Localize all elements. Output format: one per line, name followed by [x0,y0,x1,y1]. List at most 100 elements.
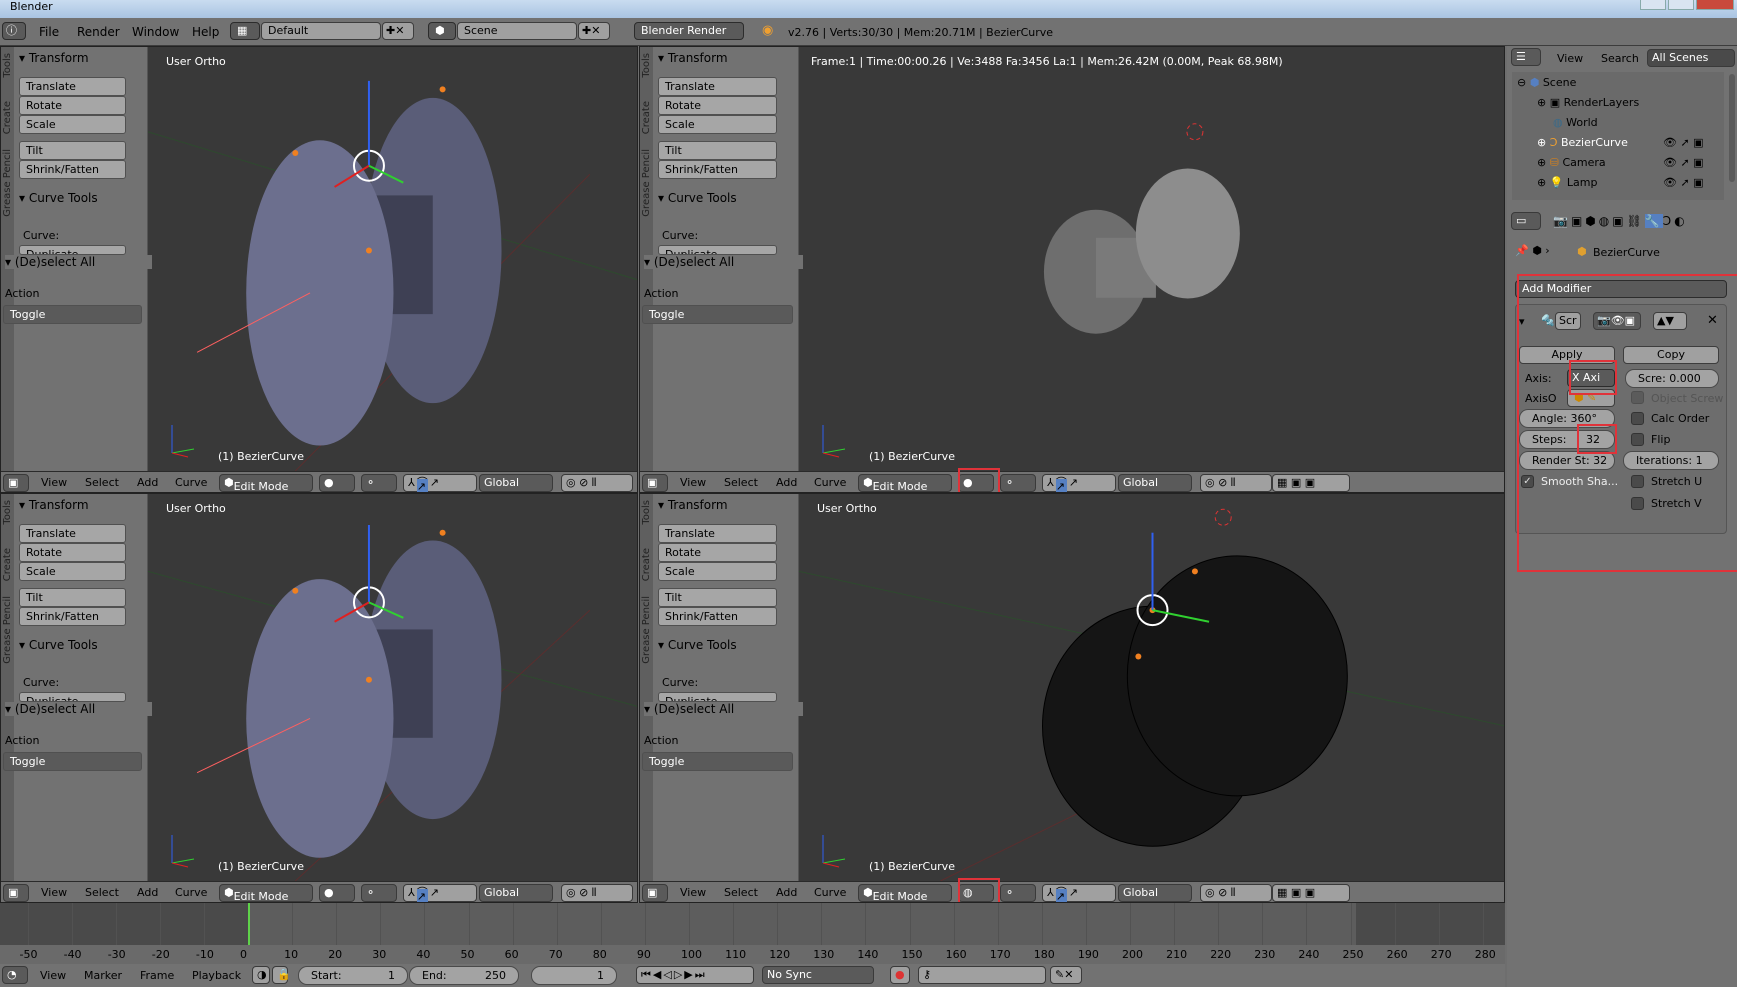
shelf-translate-button[interactable]: Translate [19,77,126,96]
shelf-tab[interactable]: Create [641,548,652,581]
shelf-shrink-fatten-button[interactable]: Shrink/Fatten [19,607,126,626]
render-engine-select[interactable]: Blender Render [634,22,744,40]
render-snapshot-buttons[interactable]: ▦ ▣ ▣ [1272,884,1350,902]
maximize-button[interactable] [1668,0,1694,10]
shelf-tab[interactable]: Tools [2,500,13,525]
outliner-item-lamp[interactable]: ⊕ 💡 Lamp [1537,174,1598,192]
visibility-icons[interactable]: 👁 ➚ ▣ [1663,154,1704,172]
mode-select[interactable]: ⬢ Edit Mode [858,884,952,902]
viewport-canvas[interactable]: User Ortho (1) BezierCurve [148,47,637,471]
transform-orientation-select[interactable]: Global [1118,884,1192,902]
current-frame-field[interactable]: 1 [531,966,617,985]
view-menu-add[interactable]: Add [137,476,158,489]
editor-type-icon[interactable]: ▣ [3,474,29,492]
viewport-canvas[interactable]: User Ortho (1) BezierCurve [799,494,1504,881]
shelf-scale-button[interactable]: Scale [19,115,126,134]
shelf-rotate-button[interactable]: Rotate [658,543,777,562]
shelf-tab[interactable]: Tools [2,53,13,78]
shelf-tab[interactable]: Grease Pencil [2,596,13,664]
outliner-item-renderlayers[interactable]: ⊕ ▣ RenderLayers [1537,94,1639,112]
transform-orientation-select[interactable]: Global [1118,474,1192,492]
pivot-point-select[interactable]: ⚬ [361,474,397,492]
outliner-menu-view[interactable]: View [1557,52,1583,65]
action-toggle-select[interactable]: Toggle [3,752,142,771]
view-menu-add[interactable]: Add [776,886,797,899]
menu-window[interactable]: Window [132,25,179,39]
shelf-scale-button[interactable]: Scale [658,562,777,581]
transform-panel-header[interactable]: ▾ Transform [658,498,728,512]
render-snapshot-buttons[interactable]: ▦ ▣ ▣ [1272,474,1350,492]
3d-viewport[interactable]: User Ortho (1) BezierCurve Tools Create Gr… [0,46,638,493]
editor-type-icon[interactable]: ◔ [2,966,28,984]
sync-select[interactable]: No Sync [762,966,874,984]
scene-field[interactable]: Scene [457,22,577,40]
start-frame-field[interactable]: Start: 1 [298,966,408,985]
outliner-scrollbar[interactable] [1729,74,1735,182]
transform-panel-header[interactable]: ▾ Transform [658,51,728,65]
outliner-item-scene[interactable]: ⊖ ⬢ Scene [1517,74,1576,92]
close-window-button[interactable] [1696,0,1734,10]
layout-add-remove-buttons[interactable]: ✚✕ [382,22,414,40]
proportional-editing-buttons[interactable]: ◎ ⊘ ⫴ [1200,474,1272,492]
curve-tools-panel-header[interactable]: ▾ Curve Tools [658,191,737,205]
action-toggle-select[interactable]: Toggle [3,305,142,324]
view-menu-select[interactable]: Select [724,886,758,899]
view-menu-add[interactable]: Add [137,886,158,899]
shelf-tab[interactable]: Grease Pencil [641,596,652,664]
outliner-filter-select[interactable]: All Scenes [1647,49,1735,67]
transform-orientation-select[interactable]: Global [479,884,553,902]
view-menu-curve[interactable]: Curve [814,886,846,899]
scene-icon[interactable]: ⬢ [428,22,456,40]
curve-tools-panel-header[interactable]: ▾ Curve Tools [658,638,737,652]
layout-icon[interactable]: ▦ [230,22,260,40]
keying-icon[interactable]: ◑ [252,966,270,984]
current-frame-indicator[interactable] [248,903,250,945]
menu-render[interactable]: Render [77,25,120,39]
properties-editor-icon[interactable]: ▭ [1511,212,1541,230]
transform-panel-header[interactable]: ▾ Transform [19,51,89,65]
shelf-tilt-button[interactable]: Tilt [658,141,777,160]
mode-select[interactable]: ⬢ Edit Mode [858,474,952,492]
duplicate-button[interactable]: Duplicate [19,692,126,702]
shelf-shrink-fatten-button[interactable]: Shrink/Fatten [19,160,126,179]
shelf-translate-button[interactable]: Translate [658,524,777,543]
editor-type-icon[interactable]: ▣ [3,884,29,902]
view-menu-select[interactable]: Select [724,476,758,489]
shelf-rotate-button[interactable]: Rotate [19,96,126,115]
view-menu-view[interactable]: View [680,886,706,899]
keying-set-field[interactable]: ⚷ [918,966,1046,984]
lock-icon[interactable]: 🔒 [272,966,291,984]
curve-tools-panel-header[interactable]: ▾ Curve Tools [19,191,98,205]
transform-panel-header[interactable]: ▾ Transform [19,498,89,512]
shelf-tab[interactable]: Tools [641,500,652,525]
deselect-all-panel-header[interactable]: ▾ (De)select All [5,255,152,269]
outliner-item-camera[interactable]: ⊕ ⛁ Camera [1537,154,1606,172]
duplicate-button[interactable]: Duplicate [658,245,777,255]
shelf-rotate-button[interactable]: Rotate [658,96,777,115]
proportional-editing-buttons[interactable]: ◎ ⊘ ⫴ [561,474,633,492]
timeline-menu-frame[interactable]: Frame [140,969,174,982]
3d-viewport[interactable]: Frame:1 | Time:00:00.26 | Ve:3488 Fa:345… [639,46,1505,493]
view-menu-view[interactable]: View [41,886,67,899]
3d-viewport[interactable]: User Ortho (1) BezierCurve Tools Create Gr… [0,493,638,903]
duplicate-button[interactable]: Duplicate [658,692,777,702]
shelf-rotate-button[interactable]: Rotate [19,543,126,562]
menu-help[interactable]: Help [192,25,219,39]
shelf-tilt-button[interactable]: Tilt [19,141,126,160]
end-frame-field[interactable]: End: 250 [409,966,519,985]
pin-icon[interactable]: 📌 ⬢ › [1515,244,1550,257]
action-toggle-select[interactable]: Toggle [642,305,793,324]
deselect-all-panel-header[interactable]: ▾ (De)select All [644,255,803,269]
curve-tools-panel-header[interactable]: ▾ Curve Tools [19,638,98,652]
editor-type-icon[interactable]: ▣ [642,474,668,492]
playback-controls[interactable]: ⏮◀◁▷▶⏭ [636,966,754,984]
menu-file[interactable]: File [39,25,59,39]
3d-viewport[interactable]: User Ortho (1) BezierCurve Tools Create Gr… [639,493,1505,903]
manipulator-buttons[interactable]: ⅄ ↗ ⌒↗ [403,474,477,492]
viewport-shading-select[interactable]: ● [319,474,355,492]
info-editor-icon[interactable]: ⓘ [2,22,26,40]
timeline-area[interactable]: -50 -40 -30 -20 -10 0 10 20 30 40 50 60 70 80 90 100 110… [0,903,1505,964]
shelf-shrink-fatten-button[interactable]: Shrink/Fatten [658,607,777,626]
view-menu-add[interactable]: Add [776,476,797,489]
view-menu-view[interactable]: View [41,476,67,489]
